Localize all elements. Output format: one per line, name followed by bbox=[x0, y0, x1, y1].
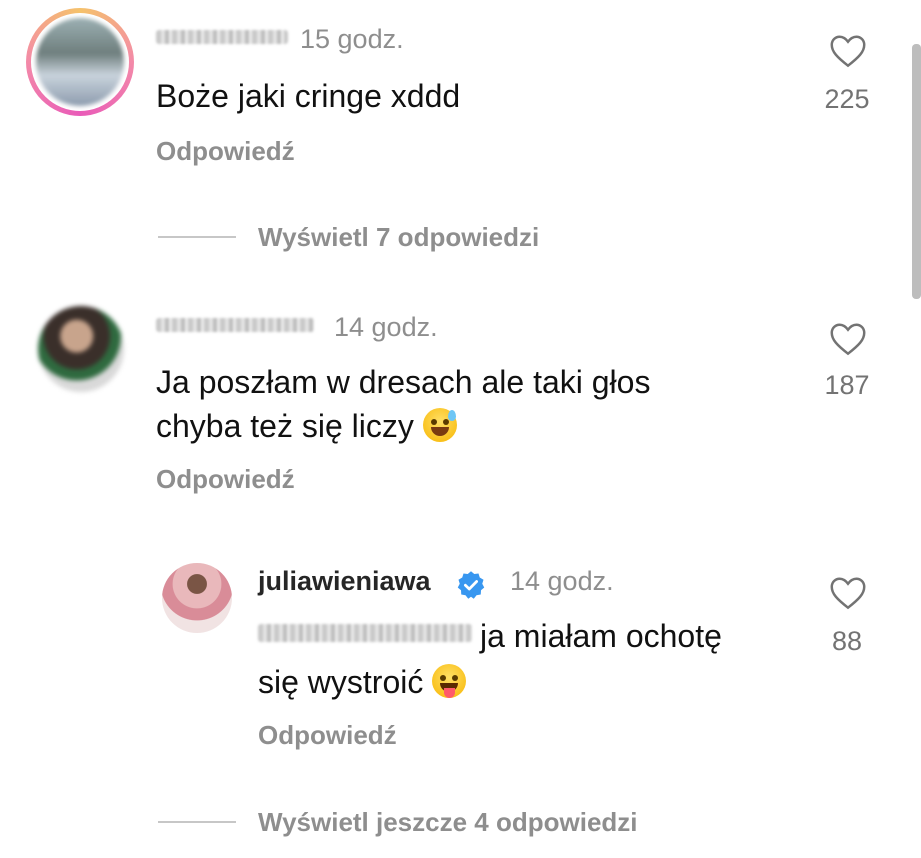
heart-icon[interactable] bbox=[829, 34, 867, 68]
like-count: 88 bbox=[831, 626, 863, 656]
reply-button[interactable]: Odpowiedź bbox=[156, 464, 295, 495]
heart-icon[interactable] bbox=[829, 322, 867, 356]
comment-text-line-2-text: chyba też się liczy bbox=[156, 408, 414, 444]
divider-line bbox=[158, 821, 236, 823]
mention-redacted[interactable] bbox=[258, 624, 472, 642]
username[interactable]: juliawieniawa bbox=[258, 566, 431, 597]
comment-time: 14 godz. bbox=[510, 566, 614, 596]
like-count: 225 bbox=[824, 84, 870, 114]
comment-text-line-2: się wystroić bbox=[258, 660, 467, 704]
like-count: 187 bbox=[824, 370, 870, 400]
heart-icon[interactable] bbox=[829, 576, 867, 610]
winking-tongue-emoji-icon bbox=[432, 664, 467, 698]
avatar[interactable] bbox=[162, 563, 232, 633]
divider-line bbox=[158, 236, 236, 238]
grinning-sweat-emoji-icon bbox=[422, 408, 457, 442]
comment-text-line-1: Ja poszłam w dresach ale taki głos bbox=[156, 364, 651, 400]
avatar[interactable] bbox=[38, 306, 124, 392]
comment-text-line-2: chyba też się liczy bbox=[156, 404, 457, 448]
reply-button[interactable]: Odpowiedź bbox=[156, 136, 295, 167]
comment-text-line-2-text: się wystroić bbox=[258, 664, 424, 700]
avatar[interactable] bbox=[36, 18, 124, 106]
comment-time: 15 godz. bbox=[300, 24, 404, 54]
username-redacted[interactable] bbox=[156, 30, 288, 44]
comment-text: Boże jaki cringe xddd bbox=[156, 78, 461, 114]
verified-badge-icon bbox=[457, 571, 485, 599]
scrollbar[interactable] bbox=[912, 44, 921, 299]
view-more-replies-button[interactable]: Wyświetl jeszcze 4 odpowiedzi bbox=[258, 807, 638, 838]
reply-button[interactable]: Odpowiedź bbox=[258, 720, 397, 751]
comment-time: 14 godz. bbox=[334, 312, 438, 342]
comment-text-line-1: ja miałam ochotę bbox=[480, 618, 722, 654]
username-redacted[interactable] bbox=[156, 318, 314, 332]
view-replies-button[interactable]: Wyświetl 7 odpowiedzi bbox=[258, 222, 539, 253]
